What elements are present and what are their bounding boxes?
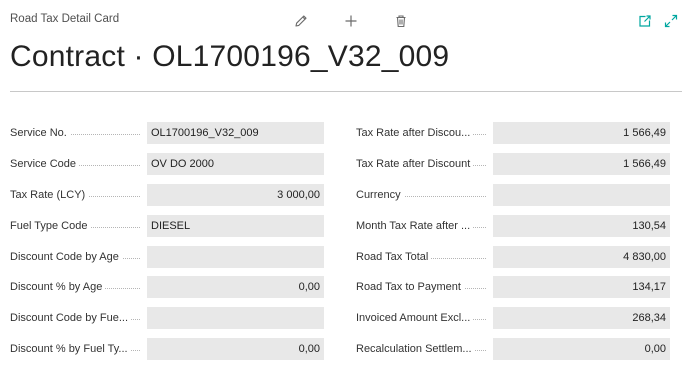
field-value[interactable] xyxy=(147,307,324,330)
field-label: Tax Rate (LCY) xyxy=(10,184,142,206)
fields-column-right: Tax Rate after Discou... 1 566,49 Tax Rate… xyxy=(356,122,670,366)
field-row: Discount % by Age 0,00 xyxy=(10,276,324,299)
field-row: Service No. OL1700196_V32_009 xyxy=(10,122,324,144)
field-label-text: Road Tax to Payment xyxy=(356,281,464,294)
field-row: Month Tax Rate after ... 130,54 xyxy=(356,214,670,237)
field-label-text: Road Tax Total xyxy=(356,250,432,263)
pencil-edit-icon[interactable] xyxy=(292,12,310,30)
page-caption: Road Tax Detail Card xyxy=(10,13,120,25)
field-label-text: Tax Rate after Discount xyxy=(356,157,474,170)
field-row: Discount Code by Fue... xyxy=(10,307,324,330)
field-label: Discount % by Fuel Ty... xyxy=(10,338,142,360)
field-label-text: Currency xyxy=(356,188,404,201)
field-label-text: Invoiced Amount Excl... xyxy=(356,312,474,325)
field-row: Discount % by Fuel Ty... 0,00 xyxy=(10,338,324,361)
field-row: Currency xyxy=(356,183,670,206)
page-title: Contract · OL1700196_V32_009 xyxy=(10,40,450,73)
field-value[interactable]: 130,54 xyxy=(493,214,670,237)
field-value[interactable]: 0,00 xyxy=(493,338,670,361)
field-value[interactable]: 0,00 xyxy=(147,338,324,361)
field-row: Service Code OV DO 2000 xyxy=(10,152,324,175)
field-label-text: Discount % by Fuel Ty... xyxy=(10,343,131,356)
field-value[interactable]: 1 566,49 xyxy=(493,152,670,175)
field-label: Recalculation Settlem... xyxy=(356,338,488,360)
field-label-text: Discount Code by Fue... xyxy=(10,312,132,325)
field-row: Tax Rate after Discount 1 566,49 xyxy=(356,152,670,175)
field-label: Road Tax to Payment xyxy=(356,276,488,298)
field-row: Tax Rate (LCY) 3 000,00 xyxy=(10,183,324,206)
field-value[interactable]: OV DO 2000 xyxy=(147,152,324,175)
field-label: Month Tax Rate after ... xyxy=(356,215,488,237)
field-label: Service Code xyxy=(10,153,142,175)
field-label: Discount % by Age xyxy=(10,276,142,298)
field-label: Fuel Type Code xyxy=(10,215,142,237)
field-value[interactable] xyxy=(493,183,670,206)
field-value[interactable]: 134,17 xyxy=(493,276,670,299)
page-header-bar: Road Tax Detail Card xyxy=(10,12,680,30)
field-label: Discount Code by Age xyxy=(10,246,142,268)
field-label: Discount Code by Fue... xyxy=(10,307,142,329)
open-in-new-icon[interactable] xyxy=(636,12,654,30)
field-row: Invoiced Amount Excl... 268,34 xyxy=(356,307,670,330)
header-divider xyxy=(10,91,682,92)
trash-delete-icon[interactable] xyxy=(392,12,410,30)
field-label: Invoiced Amount Excl... xyxy=(356,307,488,329)
field-value[interactable]: 268,34 xyxy=(493,307,670,330)
field-value[interactable]: 3 000,00 xyxy=(147,183,324,206)
field-label: Tax Rate after Discou... xyxy=(356,122,488,144)
field-label: Currency xyxy=(356,184,488,206)
field-row: Tax Rate after Discou... 1 566,49 xyxy=(356,122,670,144)
field-label-text: Service No. xyxy=(10,127,70,139)
field-label-text: Tax Rate (LCY) xyxy=(10,188,89,201)
field-row: Road Tax to Payment 134,17 xyxy=(356,276,670,299)
field-value[interactable]: OL1700196_V32_009 xyxy=(147,122,324,144)
field-label-text: Service Code xyxy=(10,157,80,170)
field-value[interactable] xyxy=(147,245,324,268)
field-label-text: Discount % by Age xyxy=(10,281,106,294)
field-value[interactable]: 4 830,00 xyxy=(493,245,670,268)
field-label-text: Tax Rate after Discou... xyxy=(356,127,474,139)
field-row: Recalculation Settlem... 0,00 xyxy=(356,338,670,361)
field-label-text: Month Tax Rate after ... xyxy=(356,219,474,232)
expand-icon[interactable] xyxy=(662,12,680,30)
field-value[interactable]: 1 566,49 xyxy=(493,122,670,144)
field-row: Road Tax Total 4 830,00 xyxy=(356,245,670,268)
field-value[interactable]: 0,00 xyxy=(147,276,324,299)
field-label: Service No. xyxy=(10,122,142,144)
field-label-text: Fuel Type Code xyxy=(10,219,91,232)
field-label-text: Discount Code by Age xyxy=(10,250,122,263)
field-row: Discount Code by Age xyxy=(10,245,324,268)
field-value[interactable]: DIESEL xyxy=(147,214,324,237)
plus-new-icon[interactable] xyxy=(342,12,360,30)
field-label-text: Recalculation Settlem... xyxy=(356,343,475,356)
field-label: Tax Rate after Discount xyxy=(356,153,488,175)
fields-column-left: Service No. OL1700196_V32_009 Service Code… xyxy=(10,122,324,366)
field-row: Fuel Type Code DIESEL xyxy=(10,214,324,237)
field-label: Road Tax Total xyxy=(356,246,488,268)
